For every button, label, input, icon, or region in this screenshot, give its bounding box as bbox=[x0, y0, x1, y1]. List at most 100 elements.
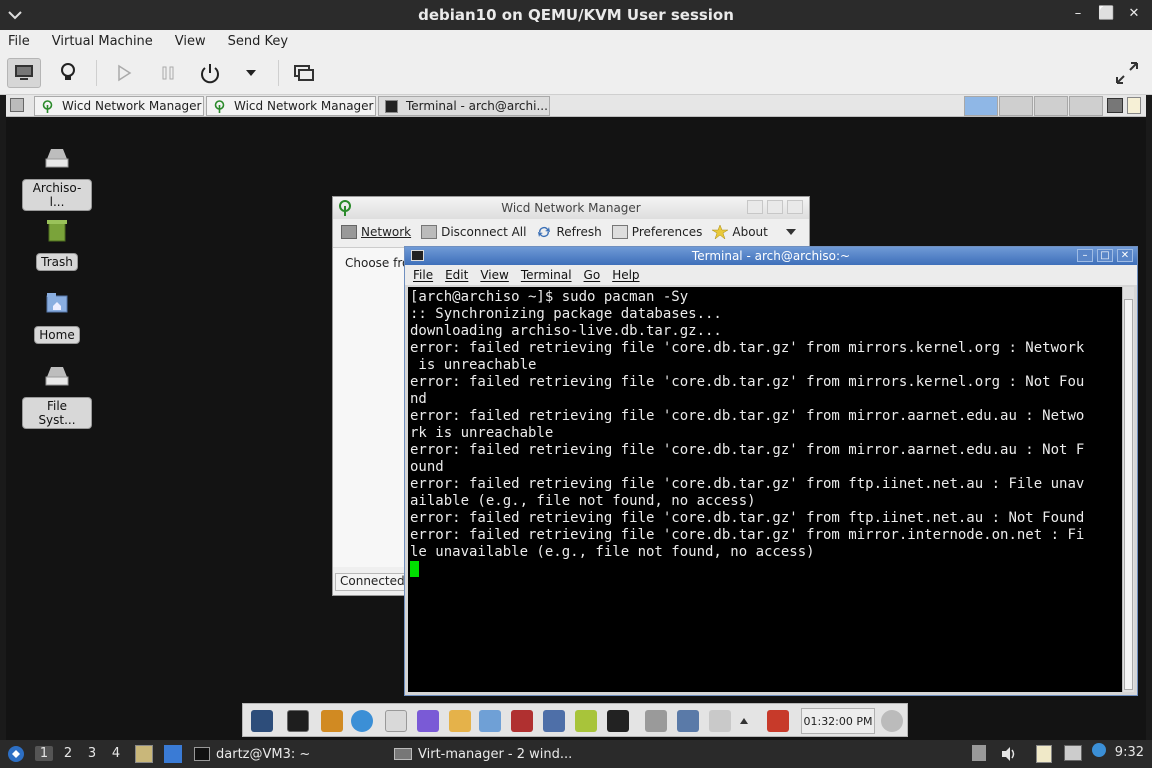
wicd-about-button[interactable]: About bbox=[712, 225, 768, 239]
menu-file[interactable]: File bbox=[8, 34, 30, 49]
terminal-close-button[interactable]: ✕ bbox=[1117, 249, 1133, 262]
fullscreen-button[interactable] bbox=[1110, 58, 1144, 88]
workspace-2[interactable]: 2 bbox=[59, 746, 77, 761]
tray-notes-icon[interactable] bbox=[1127, 97, 1141, 114]
drive-icon bbox=[45, 149, 69, 168]
menu-view[interactable]: View bbox=[175, 34, 206, 49]
pause-button[interactable] bbox=[151, 58, 185, 88]
workspace-3[interactable]: 3 bbox=[83, 746, 101, 761]
dock-music-icon[interactable] bbox=[575, 710, 597, 732]
terminal-scrollbar-thumb[interactable] bbox=[1124, 299, 1133, 690]
terminal-menu-go[interactable]: Go bbox=[584, 268, 601, 282]
dock-editor-icon[interactable] bbox=[449, 710, 471, 732]
close-button[interactable]: ✕ bbox=[1126, 6, 1142, 21]
guest-task-terminal[interactable]: Terminal - arch@archi... bbox=[378, 96, 550, 116]
dock-media-icon[interactable] bbox=[511, 710, 533, 732]
terminal-line: [arch@archiso ~]$ sudo pacman -Sy bbox=[410, 289, 689, 305]
snapshot-icon bbox=[294, 65, 314, 81]
wicd-disconnect-all-button[interactable]: Disconnect All bbox=[421, 225, 526, 239]
terminal-line: nd bbox=[410, 391, 427, 407]
wicd-preferences-button[interactable]: Preferences bbox=[611, 225, 702, 239]
wicd-refresh-button[interactable]: Refresh bbox=[536, 225, 602, 239]
files-launcher-icon[interactable] bbox=[135, 745, 153, 763]
minimize-button[interactable]: – bbox=[1070, 6, 1086, 21]
power-button[interactable] bbox=[193, 58, 227, 88]
dock-expand-icon[interactable] bbox=[739, 710, 749, 732]
volume-icon[interactable] bbox=[1000, 745, 1018, 763]
guest-menu-icon[interactable] bbox=[10, 98, 24, 112]
menu-send-key[interactable]: Send Key bbox=[228, 34, 288, 49]
terminal-menu-terminal[interactable]: Terminal bbox=[521, 268, 572, 282]
wicd-minimize-button[interactable] bbox=[747, 200, 763, 214]
terminal-line: rk is unreachable bbox=[410, 425, 554, 441]
terminal-minimize-button[interactable]: – bbox=[1077, 249, 1093, 262]
dock-disk-icon[interactable] bbox=[709, 710, 731, 732]
terminal-menu-help[interactable]: Help bbox=[612, 268, 639, 282]
host-menubar: File Virtual Machine View Send Key bbox=[0, 30, 1152, 52]
dock-tools-icon[interactable] bbox=[479, 710, 501, 732]
wicd-network-button[interactable]: Network bbox=[341, 225, 411, 239]
virt-manager-icon bbox=[394, 748, 412, 760]
host-task-terminal[interactable]: dartz@VM3: ~ bbox=[194, 744, 310, 764]
terminal-window[interactable]: Terminal - arch@archiso:~ – □ ✕ File Edi… bbox=[404, 246, 1138, 696]
dock-network-icon[interactable] bbox=[677, 710, 699, 732]
dock-globe-icon[interactable] bbox=[881, 710, 903, 732]
terminal-menu-edit[interactable]: Edit bbox=[445, 268, 468, 282]
wicd-choose-text: Choose fro bbox=[345, 256, 410, 270]
pause-icon bbox=[162, 66, 174, 80]
wicd-more-button[interactable] bbox=[785, 229, 796, 235]
wicd-maximize-button[interactable] bbox=[767, 200, 783, 214]
dock-terminal-icon[interactable] bbox=[287, 710, 309, 732]
terminal-line: downloading archiso-live.db.tar.gz... bbox=[410, 323, 722, 339]
wicd-titlebar[interactable]: Wicd Network Manager bbox=[333, 197, 809, 219]
chevron-down-icon bbox=[246, 70, 256, 76]
desktop-icon-archiso[interactable]: Archiso-l... bbox=[22, 145, 92, 211]
guest-task-wicd-2[interactable]: Wicd Network Manager bbox=[206, 96, 376, 116]
dock-browser-icon[interactable] bbox=[351, 710, 373, 732]
workspace-4[interactable]: 4 bbox=[107, 746, 125, 761]
terminal-scrollbar[interactable] bbox=[1122, 287, 1134, 692]
guest-workspace-1[interactable] bbox=[964, 96, 998, 116]
console-view-button[interactable] bbox=[7, 58, 41, 88]
menu-virtual-machine[interactable]: Virtual Machine bbox=[52, 34, 153, 49]
guest-workspace-2[interactable] bbox=[999, 96, 1033, 116]
host-titlebar: debian10 on QEMU/KVM User session – ⬜ ✕ bbox=[0, 0, 1152, 30]
dock-mail-icon[interactable] bbox=[385, 710, 407, 732]
vm-console[interactable]: Wicd Network Manager Wicd Network Manage… bbox=[6, 95, 1146, 740]
app-menu-icon[interactable] bbox=[6, 744, 26, 764]
host-task-virt-manager[interactable]: Virt-manager - 2 wind... bbox=[394, 744, 572, 764]
wicd-icon bbox=[339, 200, 351, 216]
run-button[interactable] bbox=[107, 58, 141, 88]
dock-office-icon[interactable] bbox=[543, 710, 565, 732]
notes-icon[interactable] bbox=[1036, 745, 1052, 763]
guest-workspace-3[interactable] bbox=[1034, 96, 1068, 116]
dock-logout-icon[interactable] bbox=[767, 710, 789, 732]
dock-launcher-icon[interactable] bbox=[251, 710, 273, 732]
tray-network-icon[interactable] bbox=[1107, 98, 1123, 113]
dock-printer-icon[interactable] bbox=[645, 710, 667, 732]
terminal-maximize-button[interactable]: □ bbox=[1097, 249, 1113, 262]
notification-icon[interactable] bbox=[1092, 743, 1106, 757]
dock-files-icon[interactable] bbox=[321, 710, 343, 732]
dock-video-icon[interactable] bbox=[607, 710, 629, 732]
snapshot-button[interactable] bbox=[287, 58, 321, 88]
maximize-button[interactable]: ⬜ bbox=[1098, 6, 1114, 21]
terminal-output[interactable]: [arch@archiso ~]$ sudo pacman -Sy:: Sync… bbox=[408, 287, 1122, 692]
upload-icon[interactable] bbox=[972, 745, 986, 761]
guest-dock: 01:32:00 PM bbox=[242, 703, 908, 737]
terminal-titlebar[interactable]: Terminal - arch@archiso:~ – □ ✕ bbox=[405, 247, 1137, 265]
power-menu-button[interactable] bbox=[234, 58, 268, 88]
dock-chat-icon[interactable] bbox=[417, 710, 439, 732]
guest-task-wicd-1[interactable]: Wicd Network Manager bbox=[34, 96, 204, 116]
terminal-menu-file[interactable]: File bbox=[413, 268, 433, 282]
desktop-launcher-icon[interactable] bbox=[164, 745, 182, 763]
terminal-menu-view[interactable]: View bbox=[480, 268, 508, 282]
workspace-1[interactable]: 1 bbox=[35, 746, 53, 761]
guest-workspace-4[interactable] bbox=[1069, 96, 1103, 116]
desktop-icon-filesystem[interactable]: File Syst... bbox=[22, 363, 92, 429]
wicd-close-button[interactable] bbox=[787, 200, 803, 214]
desktop-icon-home[interactable]: Home bbox=[22, 290, 92, 344]
network-status-icon[interactable] bbox=[1064, 745, 1082, 761]
desktop-icon-trash[interactable]: Trash bbox=[22, 217, 92, 271]
details-view-button[interactable] bbox=[51, 58, 85, 88]
